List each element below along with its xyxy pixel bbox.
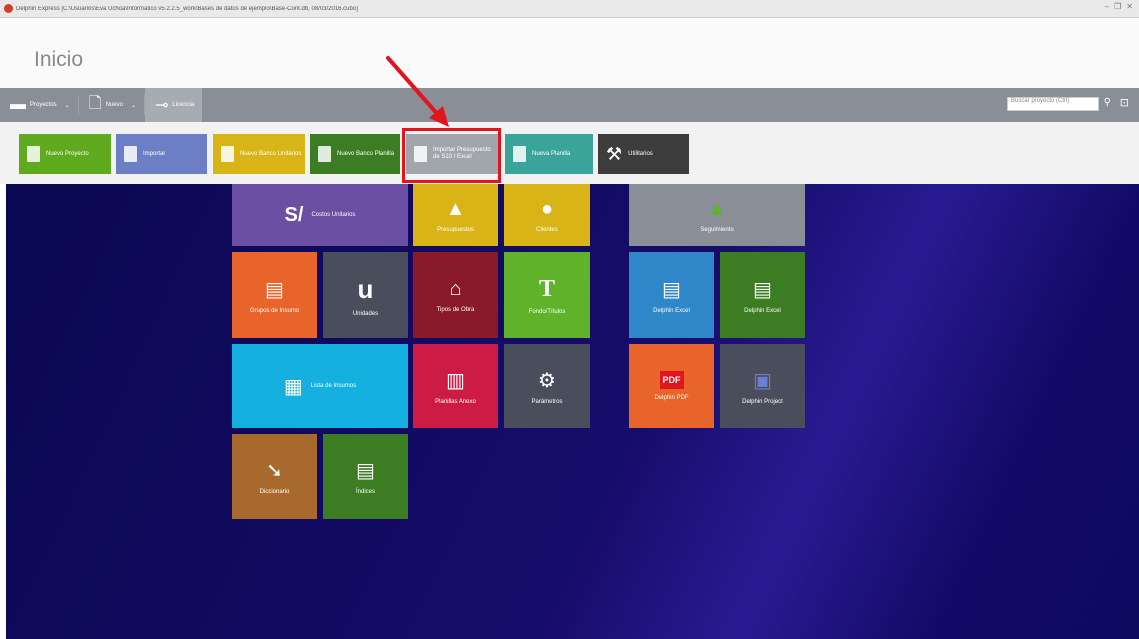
tile-grupos-insumo[interactable]: ▤ Grupos de Insumo: [232, 252, 317, 338]
grupos-insumo-icon: ▤: [265, 278, 284, 301]
tile-indices[interactable]: ▤ Índices: [323, 434, 408, 519]
tile-delphin-excel-2[interactable]: ▤ Delphin Excel: [720, 252, 805, 338]
tile-label: Diccionario: [259, 489, 290, 495]
window-controls: – ❐ ✕: [1105, 2, 1133, 11]
tile-label: Índices: [355, 489, 375, 495]
ribbon-label: Importar: [143, 150, 166, 157]
costos-unitarios-icon: S/: [284, 203, 304, 226]
excel-icon: ▤: [753, 278, 772, 301]
grid-icon: ▦: [283, 375, 303, 398]
tile-label: Grupos de Insumo: [249, 307, 300, 314]
main-toolbar: ▬ Proyectos ⌄ 🗋 Nuevo ⌄ ⊸ Licencia Busca…: [0, 88, 1139, 122]
document-icon: [318, 146, 331, 162]
importar-button[interactable]: Importar: [116, 134, 207, 174]
project-icon: ▣: [753, 369, 772, 392]
key-icon: ⊸: [154, 97, 169, 114]
indices-icon: ▤: [356, 460, 375, 482]
toolbar-licencia-label: Licencia: [172, 102, 195, 108]
tile-clientes[interactable]: ● Clientes: [504, 184, 590, 246]
unidades-icon: u: [357, 273, 374, 304]
chevron-down-icon: ⌄: [130, 102, 136, 109]
tile-diccionario[interactable]: ➘ Diccionario: [232, 434, 317, 519]
tile-delphin-pdf[interactable]: PDF Delphin PDF: [629, 344, 714, 428]
highlight-box: [402, 128, 501, 183]
utilitarios-button[interactable]: ⚒ Utilitarios: [598, 134, 689, 174]
tile-tipos-obra[interactable]: ⌂ Tipos de Obra: [413, 252, 498, 338]
tile-label: Clientes: [536, 226, 558, 233]
document-icon: [221, 146, 234, 162]
toolbar-nuevo-button[interactable]: 🗋 Nuevo ⌄: [79, 88, 144, 122]
tile-label: Lista de Insumos: [310, 383, 357, 389]
toolbar-nuevo-label: Nuevo: [105, 102, 123, 108]
book-icon: ➘: [266, 460, 283, 482]
document-icon: [27, 146, 40, 162]
header: Inicio: [0, 18, 1139, 88]
tile-delphin-project[interactable]: ▣ Delphin Project: [720, 344, 805, 428]
nuevo-banco-unitarios-button[interactable]: Nuevo Banco Unitarios: [213, 134, 305, 174]
ribbon-label: Nuevo Banco Unitarios: [240, 150, 302, 157]
ribbon: Nuevo Proyecto Importar Nuevo Banco Unit…: [0, 122, 1139, 184]
tile-label: Seguimiento: [700, 226, 734, 233]
tile-seguimiento[interactable]: ▲ Seguimiento: [629, 184, 805, 246]
tile-label: Delphin Project: [742, 398, 783, 405]
home-icon: ⌂: [449, 277, 462, 300]
page-title: Inicio: [34, 48, 84, 71]
clientes-icon: ●: [540, 197, 554, 220]
gear-icon: ⚙: [538, 369, 556, 392]
ribbon-label: Nueva Planilla: [532, 150, 571, 157]
ribbon-label: Nuevo Proyecto: [46, 150, 89, 157]
ribbon-label: Utilitarios: [628, 150, 653, 157]
expand-icon[interactable]: ⊡: [1120, 96, 1129, 109]
folder-icon: ▬: [10, 96, 26, 113]
titulos-icon: T: [538, 275, 555, 302]
new-document-icon: 🗋: [88, 94, 102, 112]
search-input[interactable]: Buscar proyecto (Ctrl): [1007, 97, 1099, 111]
tile-label: Delphin PDF: [654, 395, 689, 401]
search-icon[interactable]: ⚲: [1104, 97, 1111, 108]
tile-label: Costos Unitarios: [311, 212, 356, 218]
tile-lista-insumos[interactable]: ▦ Lista de Insumos: [232, 344, 408, 428]
tile-label: Presupuestos: [437, 226, 474, 233]
tile-area: S/ Costos Unitarios ▲ Presupuestos ● Cli…: [6, 184, 1139, 639]
close-button[interactable]: ✕: [1126, 2, 1133, 11]
tile-label: Planillas Anexo: [435, 398, 476, 405]
document-icon: [513, 146, 526, 162]
import-icon: [124, 146, 137, 162]
tile-costos-unitarios[interactable]: S/ Costos Unitarios: [232, 184, 408, 246]
ribbon-label: Nuevo Banco Planilla: [337, 150, 395, 157]
nuevo-banco-planilla-button[interactable]: Nuevo Banco Planilla: [310, 134, 400, 174]
tile-planillas-anexo[interactable]: ▥ Planillas Anexo: [413, 344, 498, 428]
seguimiento-chart-icon: ▲: [707, 197, 727, 220]
nuevo-proyecto-button[interactable]: Nuevo Proyecto: [19, 134, 111, 174]
planilla-icon: ▥: [446, 369, 465, 392]
tile-label: Fondo/Títulos: [528, 308, 566, 315]
tile-label: Unidades: [352, 310, 379, 317]
app-logo-icon: [4, 4, 13, 13]
window-title: Delphin Express [C:\Usuarios\Eva Uchoa\I…: [16, 5, 358, 12]
tile-label: Delphin Excel: [744, 307, 781, 314]
tile-parametros[interactable]: ⚙ Parámetros: [504, 344, 590, 428]
tile-label: Parámetros: [531, 398, 563, 405]
toolbar-proyectos-button[interactable]: ▬ Proyectos ⌄: [0, 88, 78, 122]
tile-label: Tipos de Obra: [436, 306, 475, 313]
presupuestos-icon: ▲: [445, 197, 466, 220]
title-bar: Delphin Express [C:\Usuarios\Eva Uchoa\I…: [0, 0, 1139, 18]
minimize-button[interactable]: –: [1105, 2, 1109, 11]
tile-delphin-excel-1[interactable]: ▤ Delphin Excel: [629, 252, 714, 338]
tile-label: Delphin Excel: [653, 307, 690, 314]
excel-icon: ▤: [662, 278, 681, 301]
toolbar-proyectos-label: Proyectos: [30, 102, 57, 108]
tile-presupuestos[interactable]: ▲ Presupuestos: [413, 184, 498, 246]
toolbar-licencia-button[interactable]: ⊸ Licencia: [144, 88, 203, 122]
tools-icon: ⚒: [606, 143, 623, 164]
tile-fondo-titulos[interactable]: T Fondo/Títulos: [504, 252, 590, 338]
chevron-down-icon: ⌄: [64, 102, 70, 109]
tile-unidades[interactable]: u Unidades: [323, 252, 408, 338]
pdf-icon: PDF: [659, 371, 684, 389]
maximize-button[interactable]: ❐: [1114, 2, 1121, 11]
nueva-planilla-button[interactable]: Nueva Planilla: [505, 134, 593, 174]
